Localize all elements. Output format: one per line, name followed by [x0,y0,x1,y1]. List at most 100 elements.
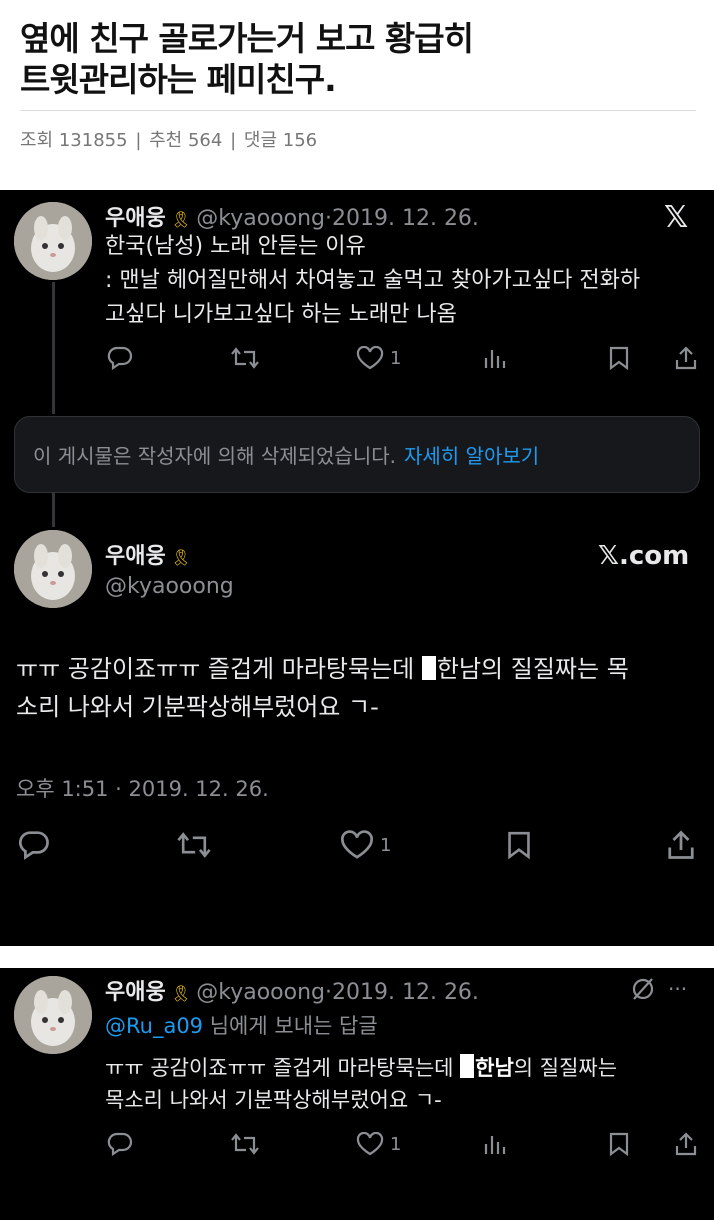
bookmark-button[interactable] [608,346,630,370]
post-meta: 조회 131855 | 추천 564 | 댓글 156 [20,126,317,152]
display-name[interactable]: 우애웅 [105,544,166,569]
bookmark-icon [609,346,629,370]
tweet-text-part: 한남 [475,1056,514,1080]
reply-handle-link[interactable]: @Ru_a09 [105,1014,203,1038]
retweet-button[interactable] [230,346,260,370]
tweet-text-part: 한남의 질질짜는 목 [436,655,629,683]
views-label: 조회 [20,130,54,151]
ribbon-icon: 🎗 [170,210,192,229]
thread-line [52,493,55,527]
tweet-text-part: ㅠㅠ 공감이죠ㅠㅠ 즐겁게 마라탕묵는데 [16,655,422,683]
share-button[interactable] [674,1132,698,1156]
like-icon [356,1132,384,1156]
thread-line [52,282,55,414]
grok-icon[interactable] [630,976,656,1002]
tweet-top-icons: ··· [630,976,687,1002]
share-icon [668,830,694,859]
more-icon[interactable]: ··· [668,977,687,1001]
dot-separator: · [324,980,332,1005]
ribbon-icon: 🎗 [170,984,192,1003]
redaction-mask [460,1054,475,1078]
share-button[interactable] [666,830,696,860]
views-button[interactable] [483,1132,507,1156]
post-title-line1: 옆에 친구 골로가는거 보고 황급히 [20,19,474,58]
x-com-logo[interactable]: 𝕏.com [598,541,689,571]
redaction-mask [421,656,436,680]
reply-button[interactable] [107,1132,133,1156]
comments-label: 댓글 [243,130,278,151]
tweet-screenshot-2: 우애웅 🎗 @kyaooong·2019. 12. 26. ··· @Ru_a0… [0,968,714,1220]
like-button[interactable]: 1 [356,346,401,370]
header-divider [20,110,696,111]
like-button[interactable]: 1 [340,830,391,860]
reply-icon [107,346,133,370]
avatar-image [14,530,92,608]
replying-to: @Ru_a09 님에게 보내는 답글 [105,1010,378,1040]
tweet-text-part: ㅠㅠ 공감이죠ㅠㅠ 즐겁게 마라탕묵는데 [105,1056,461,1080]
tweet-line: 소리 나와서 기분팍상해부렀어요 ㄱ- [16,693,379,721]
avatar[interactable] [14,202,92,280]
tweet-text: 한국(남성) 노래 안듣는 이유 : 맨날 헤어질만해서 차여놓고 술먹고 찾아… [105,230,705,332]
reply-button[interactable] [107,346,133,370]
tweet-text-part: 의 질질짜는 [513,1056,618,1080]
views-count: 131855 [58,130,128,151]
tweet-line: : 맨날 헤어질만해서 차여놓고 술먹고 찾아가고싶다 전화하 [105,268,641,293]
recommend-label: 추천 [149,130,183,151]
like-count: 1 [390,347,402,369]
share-button[interactable] [674,346,698,370]
reply-button[interactable] [18,830,50,860]
post-title-line2: 트윗관리하는 페미친구. [20,60,337,99]
tweet-screenshot-1: 우애웅 🎗 @kyaooong·2019. 12. 26. 𝕏 한국(남성) 노… [0,190,714,946]
user-handle[interactable]: @kyaooong [105,574,234,599]
comments-count: 156 [282,130,318,151]
tweet-timestamp[interactable]: 오후 1:51 · 2019. 12. 26. [16,773,269,803]
display-name[interactable]: 우애웅 [105,206,166,231]
tweet-date[interactable]: 2019. 12. 26. [332,980,479,1005]
recommend-count: 564 [187,130,223,151]
ribbon-icon: 🎗 [170,548,192,567]
tweet-text: ㅠㅠ 공감이죠ㅠㅠ 즐겁게 마라탕묵는데 한남의 질질짜는 목소리 나와서 기분… [105,1052,705,1116]
like-button[interactable]: 1 [356,1132,401,1156]
tweet-line: ㅠㅠ 공감이죠ㅠㅠ 즐겁게 마라탕묵는데 한남의 질질짜는 목 [16,650,700,688]
bookmark-button[interactable] [608,1132,630,1156]
user-handle[interactable]: @kyaooong [196,980,325,1005]
reply-icon [107,1132,133,1156]
tweet-author: 우애웅 🎗 [105,538,191,570]
avatar[interactable] [14,976,92,1054]
learn-more-link[interactable]: 자세히 알아보기 [404,440,539,469]
tweet-line: 고싶다 니가보고싶다 하는 노래만 나옴 [105,302,457,327]
bookmark-icon [609,1132,629,1156]
tweet-text: ㅠㅠ 공감이죠ㅠㅠ 즐겁게 마라탕묵는데 한남의 질질짜는 목 소리 나와서 기… [16,650,700,726]
reply-icon [18,831,49,860]
retweet-button[interactable] [176,830,212,860]
retweet-icon [231,1133,259,1155]
avatar[interactable] [14,530,92,608]
tweet-line: 한국(남성) 노래 안듣는 이유 [105,234,366,259]
like-icon [341,830,373,859]
tweet-date[interactable]: 2019. 12. 26. [332,206,479,231]
deleted-post-notice: 이 게시물은 작성자에 의해 삭제되었습니다. 자세히 알아보기 [14,416,700,493]
meta-separator: | [230,130,237,151]
bookmark-icon [508,831,530,860]
post-header: 옆에 친구 골로가는거 보고 황급히 트윗관리하는 페미친구. [20,18,696,100]
like-count: 1 [390,1133,402,1155]
views-icon [484,1136,506,1154]
avatar-image [14,202,92,280]
tweet-header: 우애웅 🎗 @kyaooong·2019. 12. 26. [105,200,479,232]
bookmark-button[interactable] [506,830,532,860]
retweet-button[interactable] [230,1132,260,1156]
user-handle[interactable]: @kyaooong [196,206,325,231]
views-button[interactable] [483,346,507,370]
reply-suffix: 님에게 보내는 답글 [203,1014,378,1038]
tweet-line: 목소리 나와서 기분팍상해부렀어요 ㄱ- [105,1088,442,1112]
post-title: 옆에 친구 골로가는거 보고 황급히 트윗관리하는 페미친구. [20,18,696,100]
views-icon [484,350,506,368]
share-icon [675,346,697,370]
avatar-image [14,976,92,1054]
like-icon [356,346,384,370]
like-count: 1 [380,834,392,856]
dot-separator: · [324,206,332,231]
tweet-header: 우애웅 🎗 @kyaooong·2019. 12. 26. [105,974,479,1006]
display-name[interactable]: 우애웅 [105,980,166,1005]
meta-separator: | [135,130,142,151]
